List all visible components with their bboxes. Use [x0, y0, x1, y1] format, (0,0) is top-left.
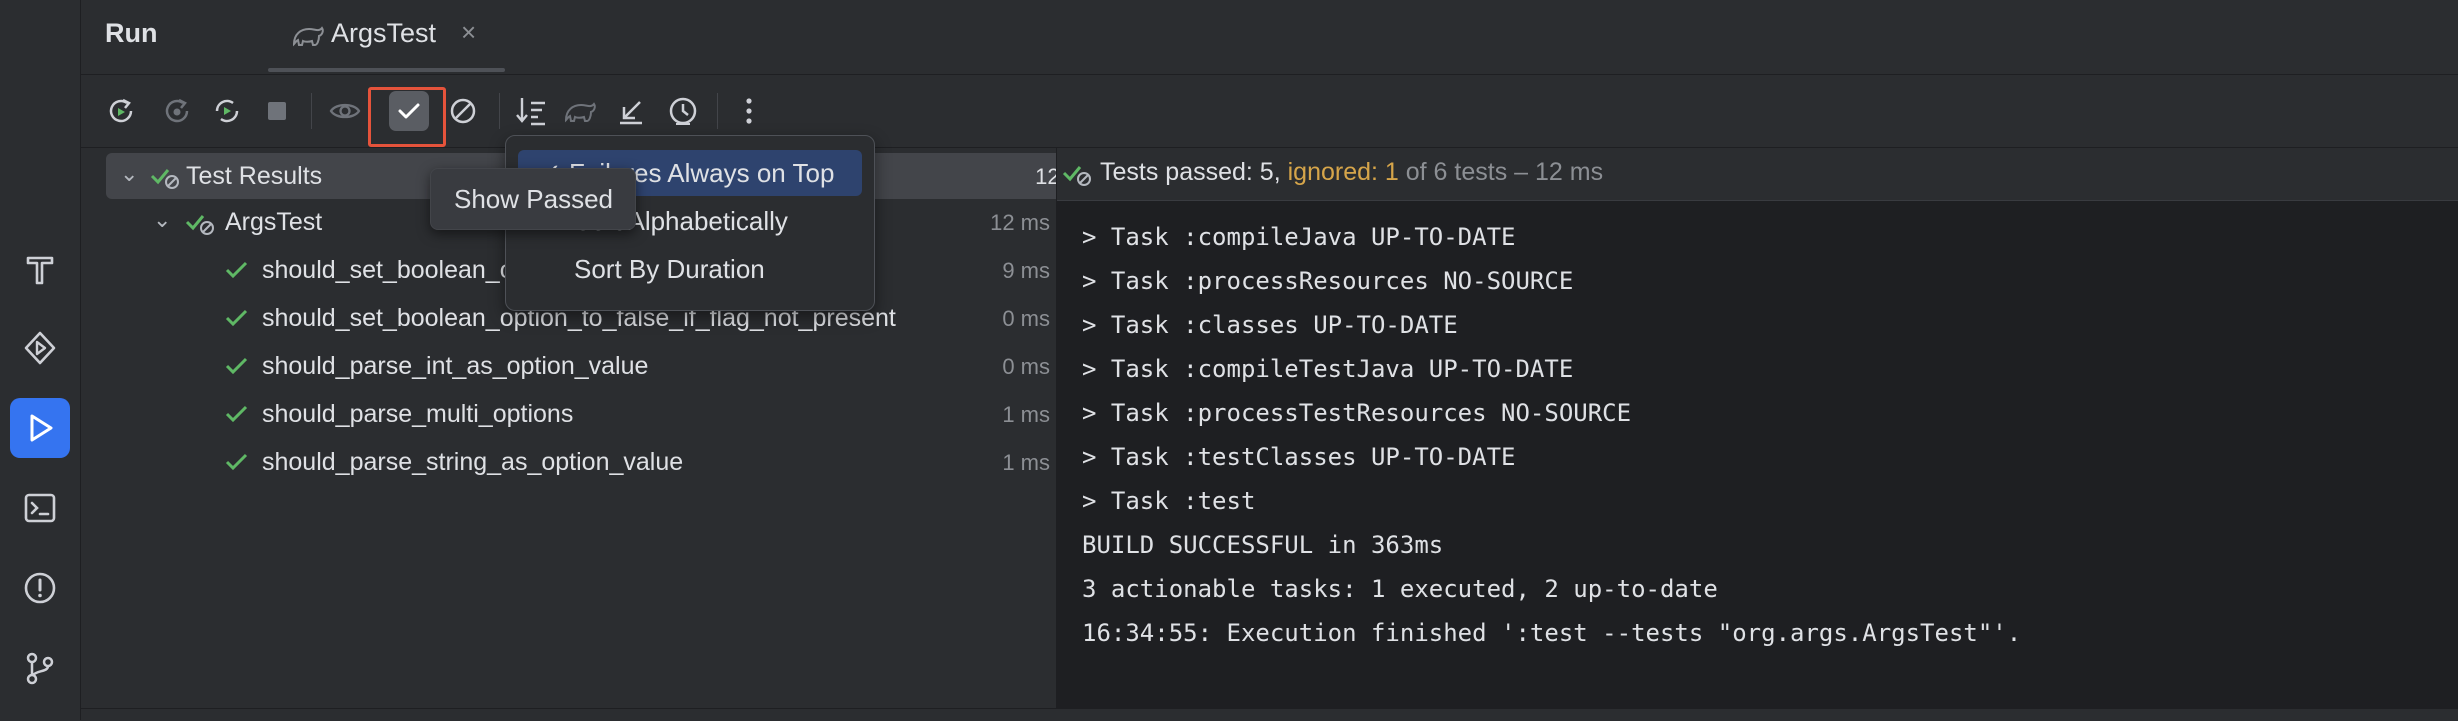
chevron-down-icon[interactable]: ⌄ [153, 207, 171, 233]
console-line: > Task :compileTestJava UP-TO-DATE [1082, 355, 1574, 383]
test-passed-ignored-icon [150, 163, 182, 196]
summary-passed: Tests passed: 5, [1100, 158, 1281, 186]
console-line: 16:34:55: Execution finished ':test --te… [1082, 619, 2022, 647]
tree-row-time: 9 ms [1002, 258, 1050, 283]
menu-item-sort-by-duration[interactable]: Sort By Duration [518, 246, 862, 292]
import-tests-icon[interactable] [561, 91, 601, 131]
tree-row-test[interactable]: should_parse_multi_options 1 ms [81, 391, 1056, 437]
tree-row-label: should_parse_int_as_option_value [262, 352, 649, 380]
terminal-icon[interactable] [10, 478, 70, 538]
git-icon[interactable] [10, 638, 70, 698]
console-line: 3 actionable tasks: 1 executed, 2 up-to-… [1082, 575, 1718, 603]
services-icon[interactable] [10, 318, 70, 378]
annotation-highlight [368, 87, 446, 147]
problems-icon[interactable] [10, 558, 70, 618]
tree-row-time: 1 ms [1002, 402, 1050, 427]
close-icon[interactable]: × [461, 17, 476, 48]
stop-icon[interactable] [257, 91, 297, 131]
console-line: BUILD SUCCESSFUL in 363ms [1082, 531, 1444, 559]
test-passed-ignored-icon [1062, 160, 1094, 193]
toggle-auto-test-icon[interactable] [207, 91, 247, 131]
tab-selected-indicator [268, 68, 505, 72]
tooltip-text: Show Passed [454, 184, 613, 214]
tree-row-label: should_parse_multi_options [262, 400, 574, 428]
tree-row-test[interactable]: should_parse_int_as_option_value 0 ms [81, 343, 1056, 389]
test-passed-icon [225, 259, 249, 286]
test-passed-icon [225, 451, 249, 478]
history-icon[interactable] [663, 91, 703, 131]
show-ignored-icon[interactable] [325, 91, 365, 131]
tree-row-time: 0 ms [1002, 306, 1050, 331]
console-output[interactable]: > Task :compileJava UP-TO-DATE > Task :p… [1057, 201, 2458, 708]
rerun-failed-icon[interactable] [157, 91, 197, 131]
toolbar-separator [717, 93, 718, 129]
run-title: Run [105, 18, 158, 48]
test-passed-icon [225, 307, 249, 334]
console-line: > Task :processResources NO-SOURCE [1082, 267, 1574, 295]
sort-icon[interactable] [511, 91, 551, 131]
test-summary: Tests passed: 5, ignored: 1 of 6 tests –… [1100, 158, 1603, 187]
run-tool-window-header: Run ArgsTest × [81, 0, 2458, 75]
tab-label[interactable]: ArgsTest [331, 18, 436, 49]
tree-row-label: should_parse_string_as_option_value [262, 448, 684, 476]
summary-ignored: ignored: 1 [1287, 158, 1399, 186]
rerun-icon[interactable] [101, 91, 141, 131]
test-passed-icon [225, 403, 249, 430]
gradle-icon [291, 20, 325, 55]
test-summary-bar: Tests passed: 5, ignored: 1 of 6 tests –… [1057, 148, 2458, 201]
tooltip: Show Passed [430, 168, 636, 230]
chevron-down-icon[interactable]: ⌄ [120, 161, 138, 187]
toolbar-separator [311, 93, 312, 129]
toolbar-separator [499, 93, 500, 129]
console-line: > Task :processTestResources NO-SOURCE [1082, 399, 1632, 427]
tree-row-time: 12 ms [990, 210, 1050, 235]
export-icon[interactable] [611, 91, 651, 131]
tree-row-label: ArgsTest [225, 208, 323, 236]
tree-row-label: Test Results [186, 162, 323, 190]
test-passed-ignored-icon [185, 209, 217, 242]
tool-window-stripe [0, 0, 81, 720]
menu-item-label: Sort By Duration [574, 254, 765, 284]
console-line: > Task :classes UP-TO-DATE [1082, 311, 1458, 339]
tree-row-test[interactable]: should_parse_string_as_option_value 1 ms [81, 439, 1056, 485]
hide-excluded-icon[interactable] [443, 91, 483, 131]
console-line: > Task :compileJava UP-TO-DATE [1082, 223, 1516, 251]
build-icon[interactable] [10, 240, 70, 300]
tree-row-time: 1 ms [1002, 450, 1050, 475]
tree-row-time: 0 ms [1002, 354, 1050, 379]
status-bar [81, 708, 2458, 721]
more-icon[interactable] [729, 91, 769, 131]
run-icon[interactable] [10, 398, 70, 458]
console-line: > Task :testClasses UP-TO-DATE [1082, 443, 1516, 471]
test-passed-icon [225, 355, 249, 382]
console-line: > Task :test [1082, 487, 1256, 515]
summary-total: of 6 tests – 12 ms [1405, 158, 1604, 186]
